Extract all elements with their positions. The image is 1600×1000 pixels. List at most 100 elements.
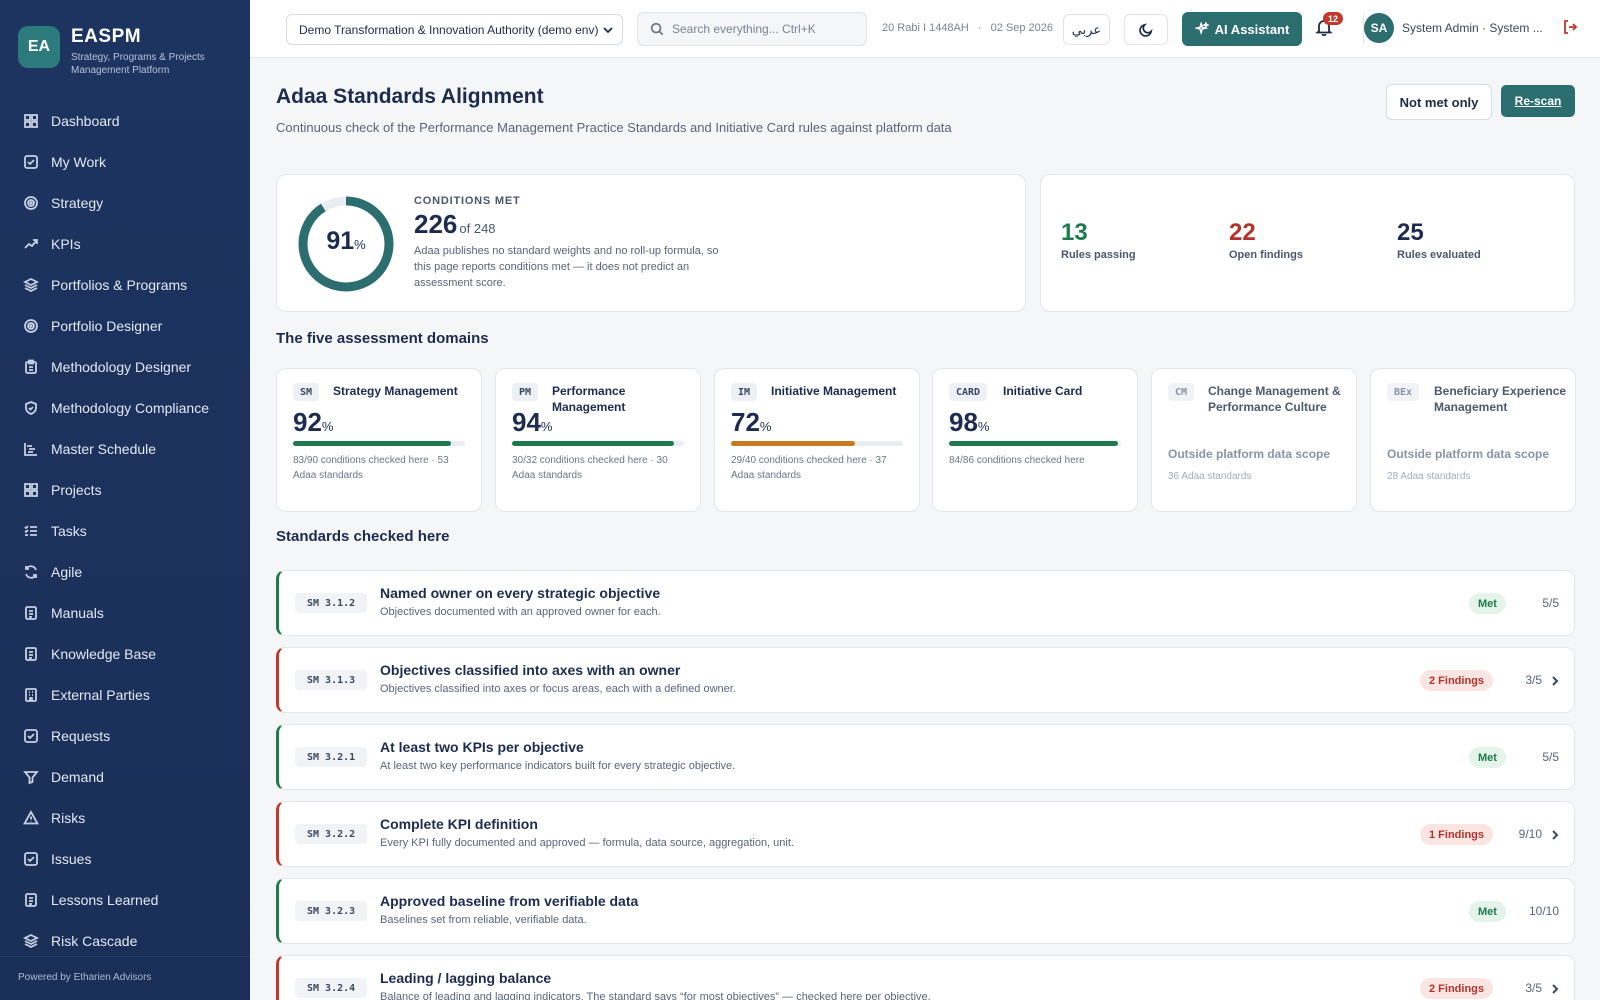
ai-assistant-button[interactable]: AI Assistant — [1182, 12, 1302, 46]
domain-outside-scope: Outside platform data scope — [1168, 447, 1331, 461]
sidebar-item-label: Tasks — [51, 522, 87, 539]
layers-icon — [23, 277, 39, 292]
user-avatar[interactable]: SA — [1364, 13, 1394, 43]
chevron-down-icon — [603, 27, 613, 34]
language-toggle-button[interactable]: عربي — [1063, 14, 1110, 45]
percent-sign: % — [540, 419, 553, 434]
theme-toggle-button[interactable] — [1124, 14, 1168, 45]
standard-row-sm-3-2-1[interactable]: SM 3.2.1 At least two KPIs per objective A… — [276, 724, 1575, 790]
sidebar-item-label: Methodology Compliance — [51, 399, 209, 416]
date-hijri: 20 Rabi I 1448AH — [882, 22, 969, 34]
standard-row-sm-3-1-2[interactable]: SM 3.1.2 Named owner on every strategic o… — [276, 570, 1575, 636]
standard-title: Objectives classified into axes with an … — [380, 662, 681, 678]
sidebar-item-external-parties[interactable]: External Parties — [0, 674, 250, 715]
domain-progress-bar — [949, 441, 1121, 446]
notification-count-badge: 12 — [1323, 12, 1343, 25]
target-icon — [24, 195, 38, 210]
expand-row-button[interactable] — [1551, 674, 1559, 686]
warning-icon — [23, 809, 39, 824]
sidebar-item-knowledge-base[interactable]: Knowledge Base — [0, 633, 250, 674]
domain-tag: SM — [293, 383, 320, 401]
sidebar-item-requests[interactable]: Requests — [0, 715, 250, 756]
standard-title: Named owner on every strategic objective — [380, 585, 661, 601]
domain-card-card[interactable]: CARD Initiative Card 98% 84/86 conditions c… — [932, 368, 1138, 512]
standard-row-sm-3-2-3[interactable]: SM 3.2.3 Approved baseline from verifiabl… — [276, 878, 1575, 944]
gantt-icon — [24, 442, 37, 456]
sidebar-footer: Powered by Etharien Advisors — [0, 956, 250, 1000]
sidebar-item-risks[interactable]: Risks — [0, 797, 250, 838]
domain-percent-value: 92 — [293, 407, 322, 437]
brand-logo[interactable]: EA — [18, 26, 60, 68]
domain-card-sm[interactable]: SM Strategy Management 92% 83/90 conditions… — [276, 368, 482, 512]
standard-row-sm-3-1-3[interactable]: SM 3.1.3 Objectives classified into axes … — [276, 647, 1575, 713]
organization-select-value: Demo Transformation & Innovation Authori… — [299, 22, 599, 37]
sidebar-item-agile[interactable]: Agile — [0, 551, 250, 592]
sidebar-item-label: Risk Cascade — [51, 932, 138, 949]
domain-card-pm[interactable]: PM Performance Management 94% 30/32 conditi… — [495, 368, 701, 512]
expand-row-button[interactable] — [1551, 828, 1559, 840]
brand: EA EASPM Strategy, Programs & Projects M… — [0, 0, 250, 92]
domain-card-cm[interactable]: CM Change Management & Performance Cultur… — [1151, 368, 1357, 512]
layers-icon — [23, 933, 39, 948]
stat-rules-passing: 13 Rules passing — [1061, 219, 1136, 261]
sidebar-item-label: Knowledge Base — [51, 645, 157, 662]
sidebar-item-projects[interactable]: Projects — [0, 469, 250, 510]
sidebar-item-strategy[interactable]: Strategy — [0, 182, 250, 223]
expand-row-button[interactable] — [1551, 982, 1559, 994]
sidebar-item-lessons-learned[interactable]: Lessons Learned — [0, 879, 250, 920]
standard-description: Objectives classified into axes or focus… — [380, 683, 736, 695]
conditions-percent: 91% — [297, 227, 395, 256]
check-square-icon — [24, 851, 38, 866]
sidebar-item-kpis[interactable]: KPIs — [0, 223, 250, 264]
standard-description: Objectives documented with an approved o… — [380, 606, 661, 618]
sidebar-item-my-work[interactable]: My Work — [0, 141, 250, 182]
search-input[interactable]: Search everything... Ctrl+K — [637, 12, 867, 46]
sidebar-item-portfolio-designer[interactable]: Portfolio Designer — [0, 305, 250, 346]
organization-select[interactable]: Demo Transformation & Innovation Authori… — [286, 14, 623, 45]
domain-name: Initiative Card — [1003, 384, 1083, 398]
domain-progress-bar — [293, 441, 465, 446]
domain-card-im[interactable]: IM Initiative Management 72% 29/40 conditio… — [714, 368, 920, 512]
percent-sign: % — [354, 237, 366, 252]
domain-percent: 94% — [512, 407, 552, 438]
sidebar-item-demand[interactable]: Demand — [0, 756, 250, 797]
not-met-only-button[interactable]: Not met only — [1386, 84, 1492, 120]
sidebar-item-issues[interactable]: Issues — [0, 838, 250, 879]
sidebar-item-master-schedule[interactable]: Master Schedule — [0, 428, 250, 469]
sidebar-item-manuals[interactable]: Manuals — [0, 592, 250, 633]
domain-card-bex[interactable]: BEx Beneficiary Experience Management Outs… — [1370, 368, 1576, 512]
sidebar-item-methodology-compliance[interactable]: Methodology Compliance — [0, 387, 250, 428]
sidebar-item-dashboard[interactable]: Dashboard — [0, 100, 250, 141]
stat-value: 25 — [1397, 219, 1424, 246]
domain-percent: 92% — [293, 407, 333, 438]
sidebar-item-risk-cascade[interactable]: Risk Cascade — [0, 920, 250, 961]
standard-row-sm-3-2-2[interactable]: SM 3.2.2 Complete KPI definition Every KPI… — [276, 801, 1575, 867]
sidebar-item-tasks[interactable]: Tasks — [0, 510, 250, 551]
domain-note: 36 Adaa standards — [1168, 471, 1252, 482]
sidebar-item-label: Portfolios & Programs — [51, 276, 188, 293]
standard-ratio: 9/10 — [1518, 827, 1542, 841]
standard-code: SM 3.2.2 — [295, 824, 368, 844]
standard-title: Approved baseline from verifiable data — [380, 893, 639, 909]
sidebar-item-label: Lessons Learned — [51, 891, 159, 908]
standard-description: Balance of leading and lagging indicator… — [380, 991, 931, 1000]
standard-row-sm-3-2-4[interactable]: SM 3.2.4 Leading / lagging balance Balance… — [276, 955, 1575, 1000]
domain-note: 30/32 conditions checked here · 30 Adaa … — [512, 455, 668, 481]
standard-code: SM 3.1.2 — [295, 593, 368, 613]
conditions-met-value: 226 of 248 — [414, 209, 496, 240]
met-badge: Met — [1469, 593, 1506, 614]
logout-button[interactable] — [1562, 19, 1580, 37]
date-gregorian: 02 Sep 2026 — [990, 22, 1054, 34]
standard-title: Leading / lagging balance — [380, 970, 552, 986]
rescan-button[interactable]: Re-scan — [1501, 85, 1575, 117]
stat-label: Rules passing — [1061, 249, 1136, 261]
sidebar-item-portfolios-programs[interactable]: Portfolios & Programs — [0, 264, 250, 305]
grid-icon — [24, 482, 38, 497]
sidebar-item-methodology-designer[interactable]: Methodology Designer — [0, 346, 250, 387]
user-name[interactable]: System Admin · System ... — [1402, 21, 1543, 35]
met-badge: Met — [1469, 901, 1506, 922]
domain-note: 29/40 conditions checked here · 37 Adaa … — [731, 455, 887, 481]
date-separator: · — [977, 22, 982, 34]
page-subtitle: Continuous check of the Performance Mana… — [276, 120, 952, 135]
conditions-summary-card: 91% CONDITIONS MET 226 of 248 Adaa publis… — [276, 174, 1026, 312]
